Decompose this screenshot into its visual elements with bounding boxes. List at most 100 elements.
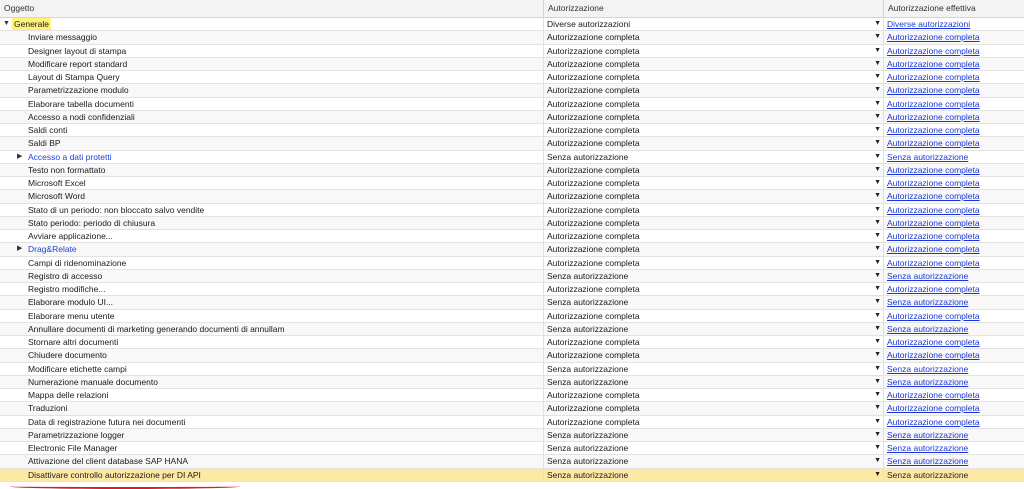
effective-authorization-cell[interactable]: Autorizzazione completa [884, 230, 1024, 242]
object-cell[interactable]: Numerazione manuale documento [0, 375, 544, 388]
object-cell[interactable]: Modificare report standard [0, 57, 544, 70]
dropdown-arrow-icon[interactable]: ▼ [874, 45, 881, 57]
effective-authorization-cell[interactable]: Autorizzazione completa [884, 111, 1024, 123]
dropdown-arrow-icon[interactable]: ▼ [874, 349, 881, 361]
effective-authorization-link[interactable]: Senza autorizzazione [887, 430, 968, 440]
authorization-dropdown[interactable]: Autorizzazione completa ▼ [544, 163, 884, 176]
authorization-dropdown[interactable]: Autorizzazione completa ▼ [544, 203, 884, 216]
dropdown-arrow-icon[interactable]: ▼ [874, 31, 881, 43]
authorization-dropdown[interactable]: Senza autorizzazione ▼ [544, 362, 884, 375]
table-row[interactable]: Electronic File Manager Senza autorizzazi… [0, 442, 1024, 456]
effective-authorization-link[interactable]: Autorizzazione completa [887, 390, 980, 400]
effective-authorization-link[interactable]: Senza autorizzazione [887, 443, 968, 453]
dropdown-arrow-icon[interactable]: ▼ [874, 98, 881, 110]
table-row[interactable]: Accesso a nodi confidenziali Autorizzazio… [0, 110, 1024, 124]
dropdown-arrow-icon[interactable]: ▼ [874, 336, 881, 348]
object-cell[interactable]: Modificare etichette campi [0, 362, 544, 375]
expand-triangle-icon[interactable]: ▶ [17, 243, 22, 255]
effective-authorization-cell[interactable]: Autorizzazione completa [884, 416, 1024, 428]
object-cell[interactable]: Annullare documenti di marketing generan… [0, 322, 544, 335]
effective-authorization-link[interactable]: Autorizzazione completa [887, 403, 980, 413]
authorization-dropdown[interactable]: Autorizzazione completa ▼ [544, 243, 884, 256]
effective-authorization-cell[interactable]: Autorizzazione completa [884, 98, 1024, 110]
object-cell[interactable]: Traduzioni [0, 402, 544, 415]
effective-authorization-link[interactable]: Autorizzazione completa [887, 59, 980, 69]
table-row[interactable]: Saldi BP Autorizzazione completa ▼ Autorizz… [0, 137, 1024, 151]
effective-authorization-cell[interactable]: Autorizzazione completa [884, 164, 1024, 176]
authorization-dropdown[interactable]: Autorizzazione completa ▼ [544, 389, 884, 402]
effective-authorization-cell[interactable]: Autorizzazione completa [884, 310, 1024, 322]
effective-authorization-link[interactable]: Autorizzazione completa [887, 191, 980, 201]
table-row[interactable]: Modificare report standard Autorizzazione… [0, 57, 1024, 71]
dropdown-arrow-icon[interactable]: ▼ [874, 416, 881, 428]
effective-authorization-cell[interactable]: Senza autorizzazione [884, 455, 1024, 467]
object-cell[interactable]: Registro modifiche... [0, 283, 544, 296]
table-row[interactable]: Elaborare tabella documenti Autorizzazion… [0, 97, 1024, 111]
object-cell[interactable]: Parametrizzazione modulo [0, 84, 544, 97]
table-row[interactable]: Modificare etichette campi Senza autorizz… [0, 362, 1024, 376]
object-cell[interactable]: Campi di ridenominazione [0, 256, 544, 269]
effective-authorization-link[interactable]: Senza autorizzazione [887, 271, 968, 281]
effective-authorization-cell[interactable]: Autorizzazione completa [884, 124, 1024, 136]
table-row[interactable]: Registro di accesso Senza autorizzazione ▼… [0, 269, 1024, 283]
effective-authorization-cell[interactable]: Autorizzazione completa [884, 349, 1024, 361]
effective-authorization-cell[interactable]: Autorizzazione completa [884, 389, 1024, 401]
effective-authorization-cell[interactable]: Senza autorizzazione [884, 270, 1024, 282]
object-cell[interactable]: Microsoft Excel [0, 177, 544, 190]
effective-authorization-cell[interactable]: Senza autorizzazione [884, 151, 1024, 163]
table-row[interactable]: Attivazione del client database SAP HANA… [0, 455, 1024, 469]
object-cell[interactable]: ▶ Accesso a dati protetti [0, 150, 544, 163]
dropdown-arrow-icon[interactable]: ▼ [874, 310, 881, 322]
authorization-dropdown[interactable]: Diverse autorizzazioni ▼ [544, 18, 884, 31]
authorization-dropdown[interactable]: Autorizzazione completa ▼ [544, 124, 884, 137]
authorization-dropdown[interactable]: Senza autorizzazione ▼ [544, 428, 884, 441]
effective-authorization-cell[interactable]: Autorizzazione completa [884, 84, 1024, 96]
effective-authorization-link[interactable]: Autorizzazione completa [887, 417, 980, 427]
object-cell[interactable]: Data di registrazione futura nei documen… [0, 415, 544, 428]
authorization-dropdown[interactable]: Autorizzazione completa ▼ [544, 84, 884, 97]
dropdown-arrow-icon[interactable]: ▼ [874, 58, 881, 70]
object-cell[interactable]: Stato periodo: periodo di chiusura [0, 216, 544, 229]
effective-authorization-cell[interactable]: Autorizzazione completa [884, 336, 1024, 348]
effective-authorization-link[interactable]: Autorizzazione completa [887, 337, 980, 347]
effective-authorization-cell[interactable]: Autorizzazione completa [884, 283, 1024, 295]
effective-authorization-cell[interactable]: Autorizzazione completa [884, 31, 1024, 43]
object-cell[interactable]: Chiudere documento [0, 349, 544, 362]
object-cell[interactable]: Layout di Stampa Query [0, 71, 544, 84]
effective-authorization-cell[interactable]: Senza autorizzazione [884, 296, 1024, 308]
dropdown-arrow-icon[interactable]: ▼ [874, 283, 881, 295]
dropdown-arrow-icon[interactable]: ▼ [874, 177, 881, 189]
table-row[interactable]: Stornare altri documenti Autorizzazione c… [0, 336, 1024, 350]
object-cell[interactable]: Elaborare modulo UI... [0, 296, 544, 309]
effective-authorization-link[interactable]: Autorizzazione completa [887, 258, 980, 268]
effective-authorization-link[interactable]: Autorizzazione completa [887, 165, 980, 175]
authorization-dropdown[interactable]: Autorizzazione completa ▼ [544, 97, 884, 110]
object-cell[interactable]: Inviare messaggio [0, 31, 544, 44]
effective-authorization-cell[interactable]: Senza autorizzazione [884, 323, 1024, 335]
effective-authorization-cell[interactable]: Diverse autorizzazioni [884, 18, 1024, 30]
object-cell[interactable]: Parametrizzazione logger [0, 428, 544, 441]
dropdown-arrow-icon[interactable]: ▼ [874, 137, 881, 149]
table-row[interactable]: Data di registrazione futura nei documen… [0, 415, 1024, 429]
object-cell[interactable]: Microsoft Word [0, 190, 544, 203]
effective-authorization-link[interactable]: Autorizzazione completa [887, 72, 980, 82]
authorization-dropdown[interactable]: Autorizzazione completa ▼ [544, 110, 884, 123]
dropdown-arrow-icon[interactable]: ▼ [874, 204, 881, 216]
table-row[interactable]: Parametrizzazione modulo Autorizzazione c… [0, 84, 1024, 98]
effective-authorization-link[interactable]: Senza autorizzazione [887, 152, 968, 162]
object-cell[interactable]: Electronic File Manager [0, 442, 544, 455]
table-row[interactable]: Avviare applicazione... Autorizzazione co… [0, 230, 1024, 244]
effective-authorization-link[interactable]: Autorizzazione completa [887, 32, 980, 42]
effective-authorization-link[interactable]: Senza autorizzazione [887, 377, 968, 387]
authorization-dropdown[interactable]: Autorizzazione completa ▼ [544, 309, 884, 322]
object-cell[interactable]: Elaborare tabella documenti [0, 97, 544, 110]
authorization-dropdown[interactable]: Autorizzazione completa ▼ [544, 349, 884, 362]
table-row[interactable]: ▼ Generale Diverse autorizzazioni ▼ Diverse … [0, 18, 1024, 32]
dropdown-arrow-icon[interactable]: ▼ [874, 323, 881, 335]
effective-authorization-link[interactable]: Diverse autorizzazioni [887, 19, 970, 29]
authorization-dropdown[interactable]: Autorizzazione completa ▼ [544, 31, 884, 44]
table-row[interactable]: Stato periodo: periodo di chiusura Autori… [0, 216, 1024, 230]
effective-authorization-link[interactable]: Senza autorizzazione [887, 456, 968, 466]
effective-authorization-cell[interactable]: Senza autorizzazione [884, 469, 1024, 481]
authorization-dropdown[interactable]: Autorizzazione completa ▼ [544, 283, 884, 296]
